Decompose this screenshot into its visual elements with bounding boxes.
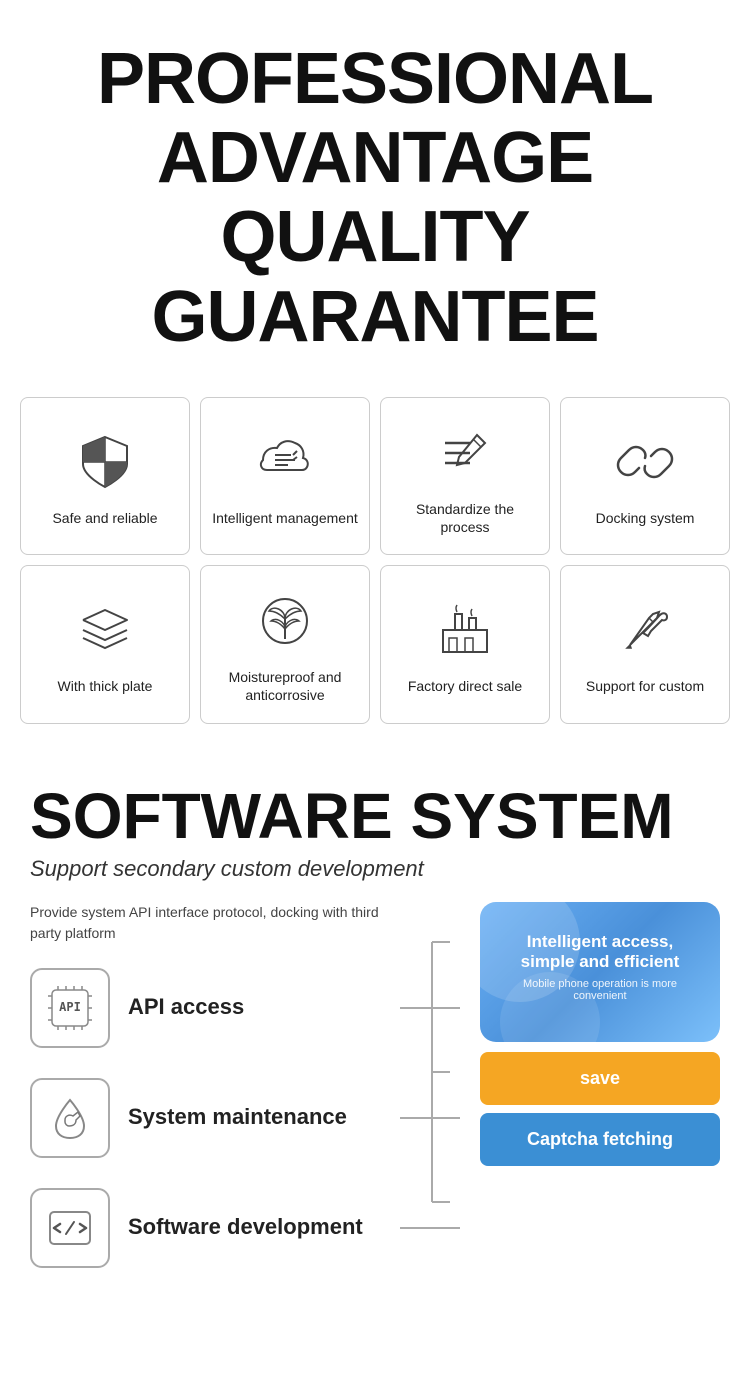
feature-intelligent-label: Intelligent management [212,509,358,527]
feature-standardize: Standardize the process [380,397,550,555]
software-item-development: Software development [30,1188,410,1268]
software-item-api: API [30,968,410,1048]
feature-safe-reliable-label: Safe and reliable [52,509,157,527]
api-icon-box: API [30,968,110,1048]
feature-docking-label: Docking system [596,509,695,527]
shield-icon [70,427,140,497]
feature-factory: Factory direct sale [380,565,550,723]
pen-lines-icon [430,418,500,488]
feature-thick-plate: With thick plate [20,565,190,723]
shield-plant-icon [250,586,320,656]
panel-title: Intelligent access, simple and efficient [500,932,700,972]
software-body: Provide system API interface protocol, d… [30,902,720,1298]
software-section: SOFTWARE SYSTEM Support secondary custom… [0,754,750,1298]
maintenance-label: System maintenance [128,1103,347,1132]
development-label: Software development [128,1213,363,1242]
software-title: SOFTWARE SYSTEM [30,784,720,848]
software-left: Provide system API interface protocol, d… [30,902,410,1298]
page-title: PROFESSIONAL ADVANTAGE QUALITY GUARANTEE [20,40,730,357]
feature-safe-reliable: Safe and reliable [20,397,190,555]
feature-factory-label: Factory direct sale [408,677,522,695]
phone-mockup: Intelligent access, simple and efficient… [480,902,720,1042]
captcha-button[interactable]: Captcha fetching [480,1113,720,1166]
software-subtitle: Support secondary custom development [30,856,720,882]
link-icon [610,427,680,497]
feature-intelligent-management: Intelligent management [200,397,370,555]
pen-tool-icon [610,595,680,665]
feature-support-custom: Support for custom [560,565,730,723]
feature-moistureproof: Moistureproof and anticorrosive [200,565,370,723]
software-item-maintenance: System maintenance [30,1078,410,1158]
api-access-label: API access [128,993,244,1022]
software-right-panel: Intelligent access, simple and efficient… [480,902,720,1166]
factory-icon [430,595,500,665]
svg-text:API: API [59,1000,81,1014]
feature-custom-label: Support for custom [586,677,704,695]
features-row-2: With thick plate Moistureproof and antic… [20,565,730,723]
feature-moistureproof-label: Moistureproof and anticorrosive [211,668,359,704]
software-description: Provide system API interface protocol, d… [30,902,410,944]
drop-wrench-icon-box [30,1078,110,1158]
save-button[interactable]: save [480,1052,720,1105]
feature-docking: Docking system [560,397,730,555]
features-row-1: Safe and reliable Intelligent management [20,397,730,555]
layers-icon [70,595,140,665]
header-section: PROFESSIONAL ADVANTAGE QUALITY GUARANTEE [0,0,750,387]
cloud-settings-icon [250,427,320,497]
code-icon-box [30,1188,110,1268]
feature-thick-plate-label: With thick plate [58,677,153,695]
panel-subtitle: Mobile phone operation is more convenien… [500,978,700,1002]
feature-standardize-label: Standardize the process [391,500,539,536]
features-section: Safe and reliable Intelligent management [0,387,750,754]
